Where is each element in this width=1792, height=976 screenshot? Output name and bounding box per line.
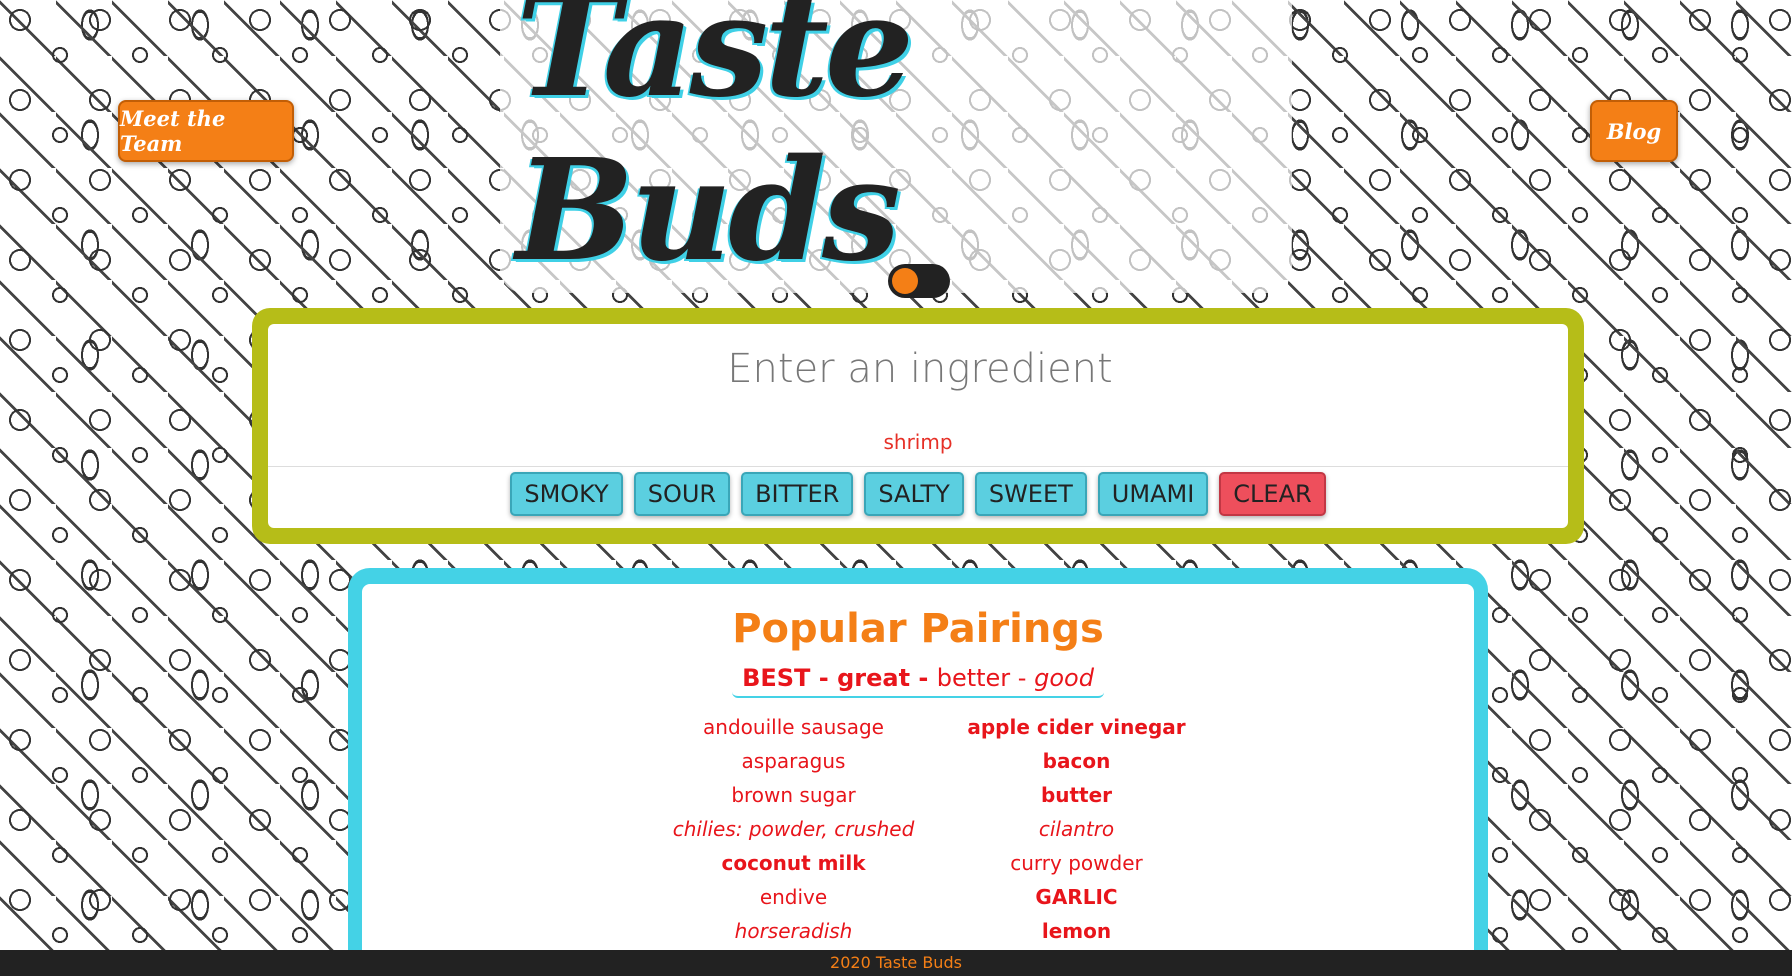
pairing-legend: BEST - great - better - good bbox=[732, 664, 1104, 698]
flavor-button-bitter[interactable]: BITTER bbox=[741, 472, 854, 516]
pairing-item[interactable]: bacon bbox=[935, 744, 1218, 778]
search-card: shrimp SMOKY SOUR BITTER SALTY SWEET UMA… bbox=[268, 324, 1572, 528]
divider bbox=[268, 466, 1568, 467]
legend-separator: - bbox=[810, 664, 838, 692]
legend-separator: - bbox=[910, 664, 937, 692]
search-panel: shrimp SMOKY SOUR BITTER SALTY SWEET UMA… bbox=[252, 308, 1584, 544]
legend-great: great bbox=[837, 664, 911, 692]
legend-good: good bbox=[1034, 664, 1094, 692]
pairing-item[interactable]: curry powder bbox=[935, 846, 1218, 880]
legend-better: better bbox=[936, 664, 1011, 692]
selected-ingredient[interactable]: shrimp bbox=[268, 430, 1568, 454]
theme-toggle[interactable] bbox=[888, 264, 950, 298]
clear-button[interactable]: CLEAR bbox=[1219, 472, 1326, 516]
ingredient-search-input[interactable] bbox=[268, 338, 1572, 400]
pairing-item[interactable]: endive bbox=[652, 880, 935, 914]
pairing-item[interactable]: andouille sausage bbox=[652, 710, 935, 744]
pairings-card: Popular Pairings BEST - great - better -… bbox=[362, 584, 1474, 976]
pairings-list: andouille sausage apple cider vinegar aspa… bbox=[652, 710, 1218, 948]
flavor-button-sour[interactable]: SOUR bbox=[633, 472, 731, 516]
pairing-item[interactable]: brown sugar bbox=[652, 778, 935, 812]
pairing-item[interactable]: butter bbox=[935, 778, 1218, 812]
legend-best: BEST bbox=[742, 664, 811, 692]
footer: 2020 Taste Buds bbox=[0, 950, 1792, 976]
flavor-button-smoky[interactable]: SMOKY bbox=[510, 472, 623, 516]
blog-button[interactable]: Blog bbox=[1590, 100, 1678, 162]
pairing-item[interactable]: lemon bbox=[935, 914, 1218, 948]
pairing-item[interactable]: asparagus bbox=[652, 744, 935, 778]
pairing-item[interactable]: coconut milk bbox=[652, 846, 935, 880]
flavor-button-salty[interactable]: SALTY bbox=[864, 472, 964, 516]
logo-text: Taste Buds bbox=[500, 0, 1292, 293]
pairing-item[interactable]: chilies: powder, crushed bbox=[652, 812, 935, 846]
toggle-knob bbox=[892, 268, 918, 294]
pairing-item[interactable]: GARLIC bbox=[935, 880, 1218, 914]
flavor-filter-row: SMOKY SOUR BITTER SALTY SWEET UMAMI CLEA… bbox=[268, 472, 1568, 516]
pairing-item[interactable]: horseradish bbox=[652, 914, 935, 948]
pairings-panel: Popular Pairings BEST - great - better -… bbox=[348, 568, 1488, 976]
pairing-item[interactable]: apple cider vinegar bbox=[935, 710, 1218, 744]
legend-separator: - bbox=[1010, 664, 1035, 692]
flavor-button-umami[interactable]: UMAMI bbox=[1097, 472, 1209, 516]
pairing-item[interactable]: cilantro bbox=[935, 812, 1218, 846]
site-logo: Taste Buds bbox=[500, 0, 1292, 293]
pairings-title: Popular Pairings bbox=[732, 606, 1104, 652]
flavor-button-sweet[interactable]: SWEET bbox=[974, 472, 1087, 516]
meet-the-team-button[interactable]: Meet the Team bbox=[118, 100, 294, 162]
